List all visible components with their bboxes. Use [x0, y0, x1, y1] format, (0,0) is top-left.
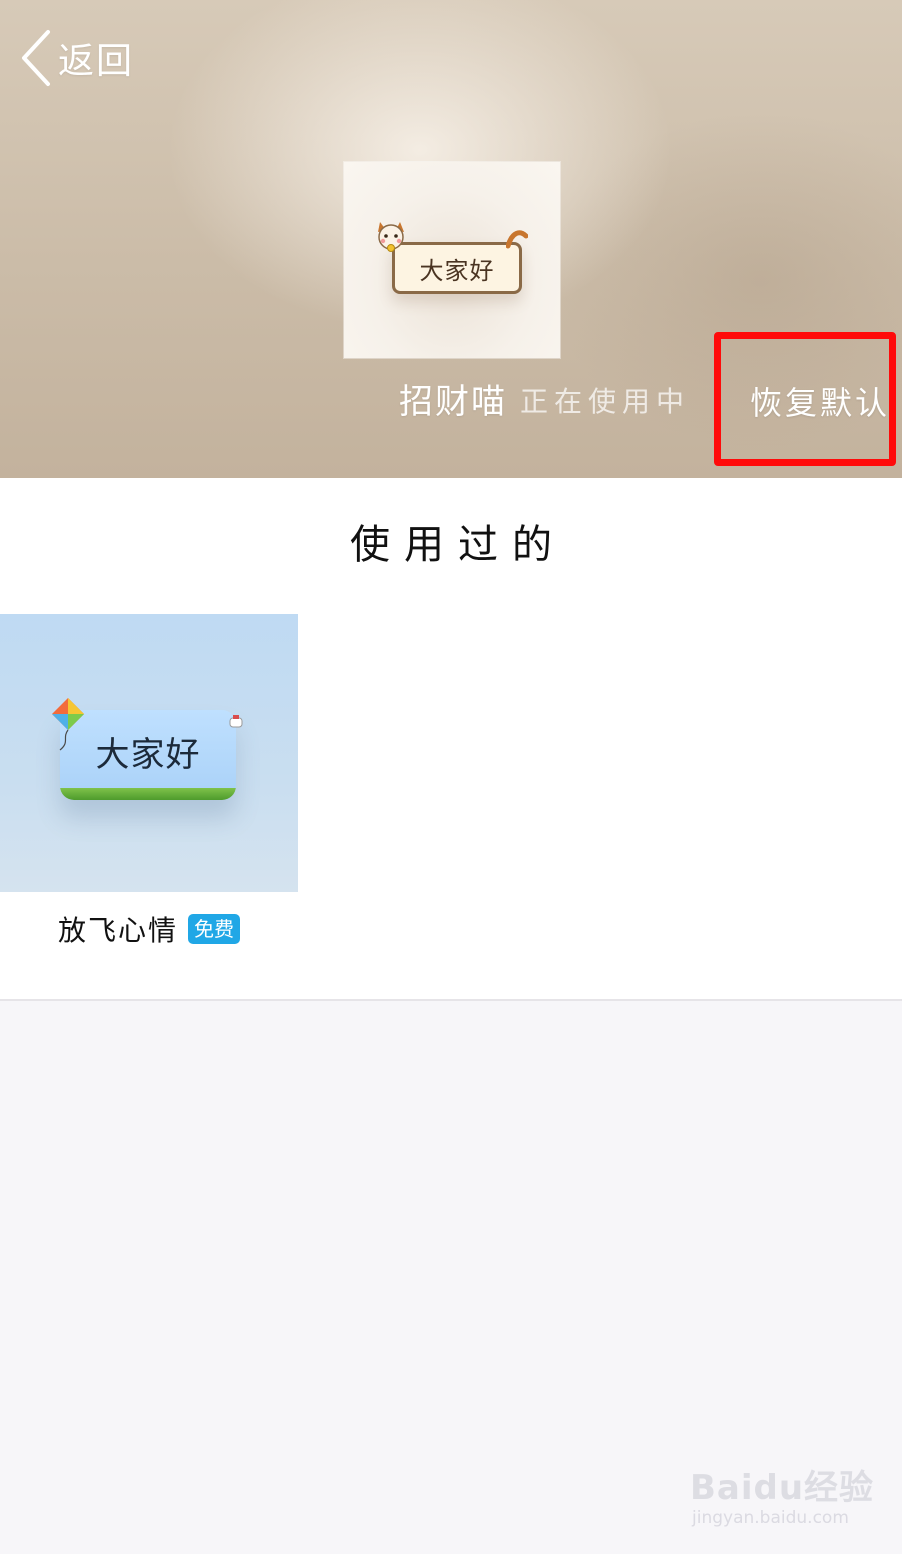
back-button[interactable]: 返回	[18, 26, 134, 90]
watermark-brand: Baidu经验	[690, 1468, 875, 1508]
cat-icon	[374, 220, 408, 256]
bottle-icon	[224, 714, 248, 738]
chevron-left-icon	[18, 28, 52, 88]
section-title: 使用过的	[350, 522, 566, 568]
theme-card[interactable]: 大家好 放飞心情 免费	[0, 614, 298, 947]
current-theme-name: 招财喵	[399, 382, 507, 422]
free-badge: 免费	[188, 914, 241, 944]
current-theme-preview[interactable]: 大家好	[344, 162, 560, 358]
current-theme-status: 正在使用中	[520, 385, 691, 418]
watermark-url: jingyan.baidu.com	[692, 1508, 849, 1528]
preview-bubble-text: 大家好	[419, 256, 495, 285]
restore-default-button[interactable]: 恢复默认	[750, 378, 890, 424]
back-label: 返回	[58, 41, 135, 82]
theme-name: 放飞心情	[58, 914, 179, 947]
kite-icon	[48, 696, 90, 758]
theme-thumbnail[interactable]: 大家好	[0, 614, 298, 892]
theme-caption: 放飞心情 免费	[58, 909, 241, 949]
used-themes-section: 使用过的 大家好 放飞心情 免费	[0, 478, 902, 1001]
cat-tail-icon	[505, 228, 529, 256]
preview-bubble: 大家好	[392, 242, 522, 294]
thumbnail-bubble-text: 大家好	[95, 734, 201, 775]
theme-header: 返回 大家好 招财喵 正在使用中 恢复默认	[0, 0, 902, 478]
baidu-watermark: Baidu经验 jingyan.baidu.com	[690, 1460, 873, 1534]
grass-decoration	[60, 788, 236, 800]
